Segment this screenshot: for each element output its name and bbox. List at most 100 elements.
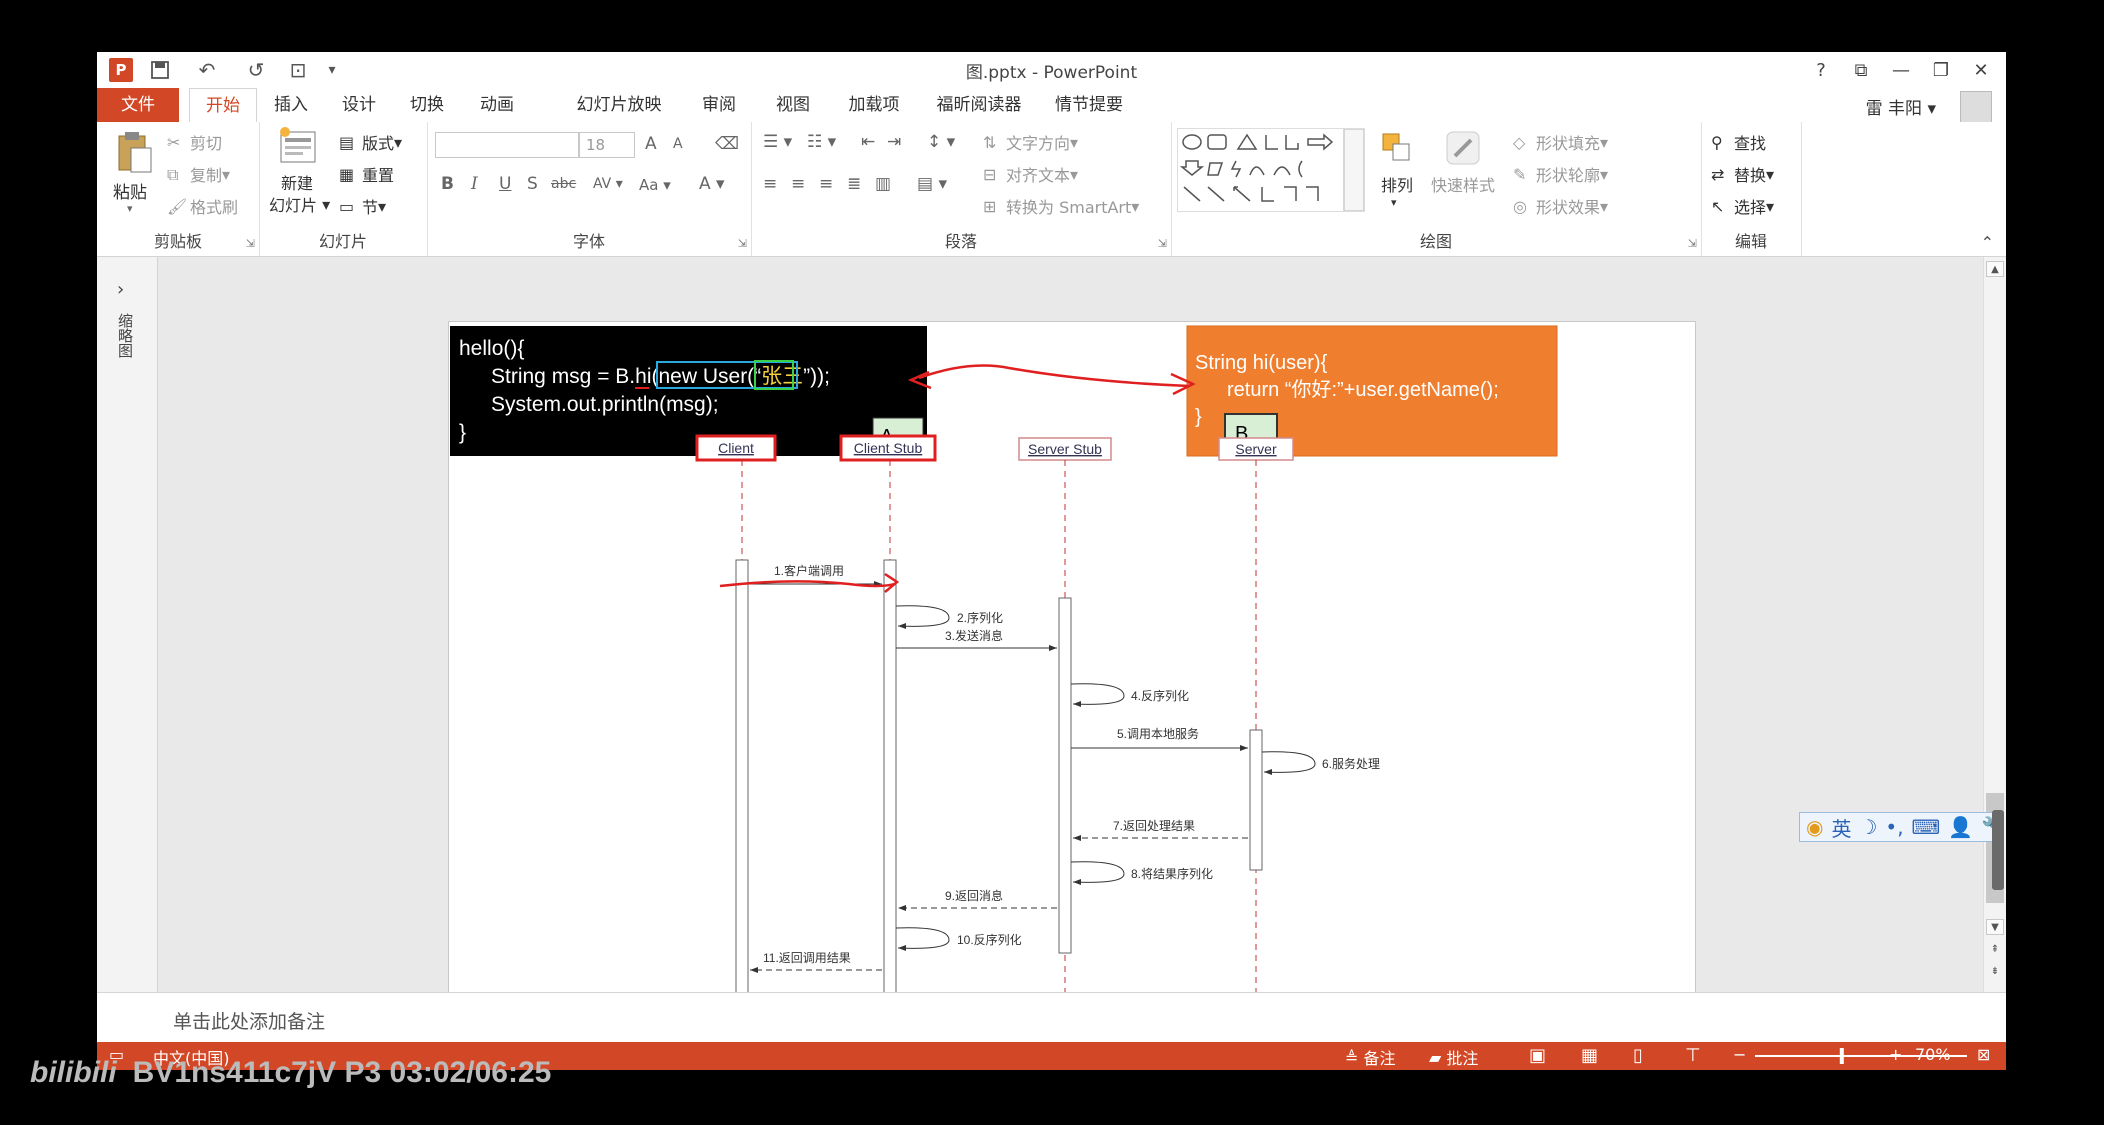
align-right-icon[interactable]: ≡ [819, 174, 833, 194]
notes-pane[interactable]: 单击此处添加备注 [97, 992, 2006, 1043]
tab-home[interactable]: 开始 [189, 88, 257, 123]
fit-to-window-icon[interactable]: ⊠ [1977, 1045, 1990, 1064]
tab-transitions[interactable]: 切换 [401, 88, 453, 122]
replace-button[interactable]: ⇄ 替换 ▾ [1711, 162, 1774, 186]
quick-styles-button[interactable]: 快速样式 [1431, 172, 1495, 196]
grow-font-icon[interactable]: A [645, 134, 657, 154]
select-button[interactable]: ↖ 选择 ▾ [1711, 194, 1774, 218]
bullets-icon[interactable]: ☰ ▾ [763, 132, 792, 152]
layout-button[interactable]: ▤ 版式 ▾ [339, 130, 402, 154]
numbering-icon[interactable]: ☷ ▾ [807, 132, 836, 152]
shrink-font-icon[interactable]: A [673, 136, 683, 152]
font-color-button[interactable]: A ▾ [699, 174, 725, 194]
line-spacing-icon[interactable]: ↕ ▾ [927, 132, 955, 152]
help-icon[interactable]: ? [1803, 56, 1839, 84]
distributed-icon[interactable]: ▥ [875, 174, 891, 194]
tab-slideshow[interactable]: 幻灯片放映 [571, 88, 667, 122]
close-icon[interactable]: ✕ [1963, 56, 1999, 84]
user-icon[interactable]: 👤 [1948, 815, 1973, 839]
columns-icon[interactable]: ▤ ▾ [917, 174, 947, 194]
shape-effects-button[interactable]: ◎ 形状效果 ▾ [1513, 194, 1608, 218]
collapse-ribbon-icon[interactable]: ⌃ [1981, 233, 1994, 252]
text-direction-button[interactable]: ⇅ 文字方向 ▾ [983, 130, 1078, 154]
reset-button[interactable]: ▦ 重置 [339, 162, 394, 186]
arrange-dropdown-icon[interactable]: ▾ [1391, 196, 1397, 209]
font-launcher-icon[interactable]: ⇲ [738, 237, 747, 250]
slide-sorter-icon[interactable]: ▦ [1581, 1045, 1598, 1066]
scroll-down-icon[interactable]: ▼ [1986, 919, 2004, 935]
change-case-button[interactable]: Aa ▾ [639, 176, 671, 194]
tab-storyboard[interactable]: 情节提要 [1049, 88, 1129, 122]
find-button[interactable]: ⚲ 查找 [1711, 130, 1766, 154]
tab-file[interactable]: 文件 [97, 88, 179, 122]
next-slide-icon[interactable]: ⇟ [1986, 963, 2004, 979]
drawing-launcher-icon[interactable]: ⇲ [1688, 237, 1697, 250]
notes-button[interactable]: ≜ 备注 [1345, 1045, 1396, 1069]
ime-toolbar[interactable]: ◉ 英 ☽ •, ⌨ 👤 🔧 [1799, 812, 2006, 842]
align-left-icon[interactable]: ≡ [763, 174, 777, 194]
align-center-icon[interactable]: ≡ [791, 174, 805, 194]
reading-view-icon[interactable]: ▯ [1633, 1045, 1643, 1066]
shadow-button[interactable]: S [527, 174, 538, 194]
arrange-button[interactable]: 排列 [1381, 172, 1413, 196]
slideshow-view-icon[interactable]: ⊤ [1685, 1045, 1701, 1066]
strikethrough-button[interactable]: abc [551, 176, 576, 192]
tab-view[interactable]: 视图 [767, 88, 819, 122]
zoom-level[interactable]: 70% [1915, 1045, 1951, 1064]
tab-review[interactable]: 审阅 [693, 88, 745, 122]
punctuation-icon[interactable]: •, [1885, 815, 1903, 839]
side-widget[interactable] [1992, 810, 2004, 890]
format-painter-button[interactable]: 🖌 格式刷 [167, 194, 238, 218]
section-button[interactable]: ▭ 节 ▾ [339, 194, 386, 218]
new-slide-button[interactable]: 新建 [281, 170, 313, 194]
increase-indent-icon[interactable]: ⇥ [887, 132, 901, 152]
align-text-button[interactable]: ⊟ 对齐文本 ▾ [983, 162, 1078, 186]
clipboard-launcher-icon[interactable]: ⇲ [246, 237, 255, 250]
character-spacing-button[interactable]: AV ▾ [593, 176, 623, 192]
arrange-icon[interactable] [1379, 130, 1415, 166]
keyboard-icon[interactable]: ⌨ [1912, 815, 1941, 839]
shape-outline-button[interactable]: ✎ 形状轮廓 ▾ [1513, 162, 1608, 186]
cut-button[interactable]: ✂ 剪切 [167, 130, 222, 154]
scroll-up-icon[interactable]: ▲ [1986, 261, 2004, 277]
paste-icon[interactable] [115, 130, 153, 174]
zoom-out-icon[interactable]: − [1733, 1045, 1746, 1064]
tab-insert[interactable]: 插入 [265, 88, 317, 122]
restore-icon[interactable]: ❐ [1923, 56, 1959, 84]
new-slide-icon[interactable] [277, 126, 319, 166]
minimize-icon[interactable]: — [1883, 56, 1919, 84]
copy-button[interactable]: ⧉ 复制 ▾ [167, 162, 230, 186]
shape-fill-button[interactable]: ◇ 形状填充 ▾ [1513, 130, 1608, 154]
tab-design[interactable]: 设计 [333, 88, 385, 122]
ime-mode[interactable]: 英 [1831, 813, 1851, 842]
previous-slide-icon[interactable]: ⇞ [1986, 941, 2004, 957]
font-size-combo[interactable]: 18 [579, 132, 635, 158]
ribbon-display-options-icon[interactable]: ⧉ [1843, 56, 1879, 84]
normal-view-icon[interactable]: ▣ [1529, 1045, 1546, 1066]
shapes-gallery[interactable] [1177, 128, 1365, 212]
italic-button[interactable]: I [471, 174, 478, 194]
paragraph-launcher-icon[interactable]: ⇲ [1158, 237, 1167, 250]
bold-button[interactable]: B [441, 174, 454, 194]
expand-thumbnails-icon[interactable]: › [117, 279, 124, 300]
tab-animations[interactable]: 动画 [471, 88, 523, 122]
decrease-indent-icon[interactable]: ⇤ [861, 132, 875, 152]
font-name-combo[interactable] [435, 132, 579, 158]
paste-dropdown-icon[interactable]: ▾ [127, 202, 133, 215]
tab-addins[interactable]: 加载项 [839, 88, 909, 122]
underline-button[interactable]: U [499, 174, 511, 194]
paragraph-group: ☰ ▾ ☷ ▾ ⇤ ⇥ ↕ ▾ ≡ ≡ ≡ ≣ ▥ ▤ ▾ ⇅ 文字方向 ▾ ⊟ 对… [751, 122, 1172, 256]
user-name[interactable]: 雷 丰阳 ▾ [1866, 94, 1936, 119]
slide-canvas[interactable]: hello(){ String msg = B.hi(new User(“张三”… [448, 321, 1696, 1023]
quick-styles-icon[interactable] [1445, 130, 1481, 166]
justify-icon[interactable]: ≣ [847, 174, 861, 194]
tab-foxit[interactable]: 福昕阅读器 [931, 88, 1027, 122]
clear-format-icon[interactable]: ⌫ [715, 134, 739, 154]
smartart-button[interactable]: ⊞ 转换为 SmartArt ▾ [983, 194, 1139, 218]
new-slide-dropdown[interactable]: 幻灯片 ▾ [269, 192, 330, 216]
zoom-in-icon[interactable]: + [1889, 1045, 1902, 1064]
avatar[interactable] [1960, 91, 1992, 123]
moon-icon[interactable]: ☽ [1859, 815, 1877, 839]
comments-button[interactable]: ▰ 批注 [1429, 1045, 1478, 1069]
paste-button[interactable]: 粘贴 [113, 178, 147, 203]
